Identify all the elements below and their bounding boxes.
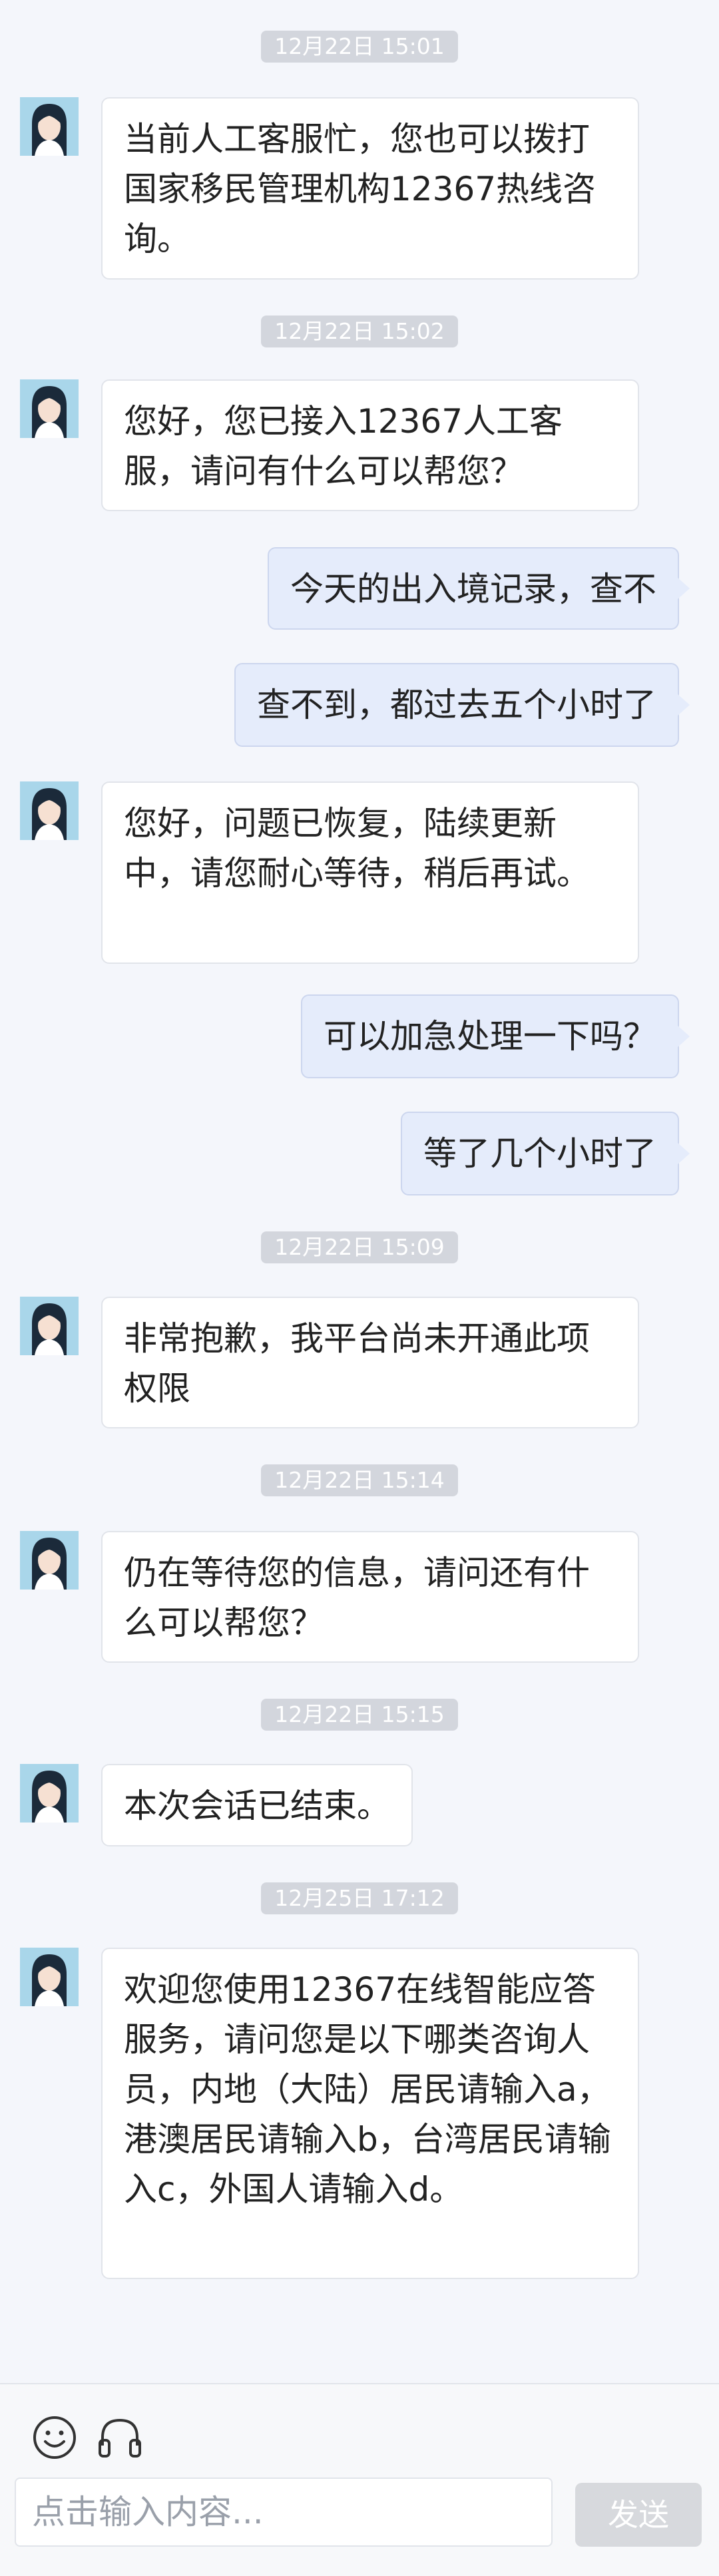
agent-avatar — [20, 1948, 79, 2006]
avatar-icon — [20, 379, 79, 438]
avatar-icon — [20, 1948, 79, 2006]
agent-message: 欢迎您使用12367在线智能应答服务，请问您是以下哪类咨询人员，内地（大陆）居民… — [101, 1948, 639, 2279]
timestamp: 12月22日 15:09 — [0, 1231, 719, 1263]
agent-avatar — [20, 781, 79, 840]
user-message: 今天的出入境记录，查不 — [268, 547, 690, 630]
agent-message: 当前人工客服忙，您也可以拨打国家移民管理机构12367热线咨询。 — [101, 97, 639, 280]
user-message: 等了几个小时了 — [401, 1112, 690, 1195]
agent-avatar — [20, 1764, 79, 1823]
agent-message: 您好，您已接入12367人工客服，请问有什么可以帮您？ — [101, 379, 639, 511]
headset-icon[interactable] — [93, 2411, 146, 2464]
user-message: 可以加急处理一下吗？ — [301, 994, 690, 1078]
agent-avatar — [20, 379, 79, 438]
timestamp: 12月22日 15:01 — [0, 31, 719, 63]
timestamp: 12月25日 17:12 — [0, 1882, 719, 1914]
timestamp: 12月22日 15:14 — [0, 1464, 719, 1496]
avatar-icon — [20, 781, 79, 840]
avatar-icon — [20, 1297, 79, 1355]
agent-message: 非常抱歉，我平台尚未开通此项权限 — [101, 1297, 639, 1428]
avatar-icon — [20, 97, 79, 156]
timestamp: 12月22日 15:15 — [0, 1699, 719, 1731]
chat-area[interactable]: 12月22日 15:01 当前人工客服忙，您也可以拨打国家移民管理机构12367… — [0, 0, 719, 2383]
user-message: 查不到，都过去五个小时了 — [234, 663, 690, 747]
agent-message: 本次会话已结束。 — [101, 1764, 413, 1846]
send-button[interactable]: 发送 — [575, 2483, 702, 2547]
input-toolbar: 点击输入内容... 发送 — [0, 2383, 719, 2576]
agent-avatar — [20, 97, 79, 156]
agent-avatar — [20, 1297, 79, 1355]
smiley-icon[interactable] — [28, 2411, 81, 2464]
timestamp: 12月22日 15:02 — [0, 316, 719, 347]
agent-avatar — [20, 1531, 79, 1590]
agent-message: 您好，问题已恢复，陆续更新中，请您耐心等待，稍后再试。 — [101, 781, 639, 964]
agent-message: 仍在等待您的信息，请问还有什么可以帮您？ — [101, 1531, 639, 1663]
avatar-icon — [20, 1531, 79, 1590]
message-input[interactable]: 点击输入内容... — [15, 2477, 553, 2547]
avatar-icon — [20, 1764, 79, 1823]
